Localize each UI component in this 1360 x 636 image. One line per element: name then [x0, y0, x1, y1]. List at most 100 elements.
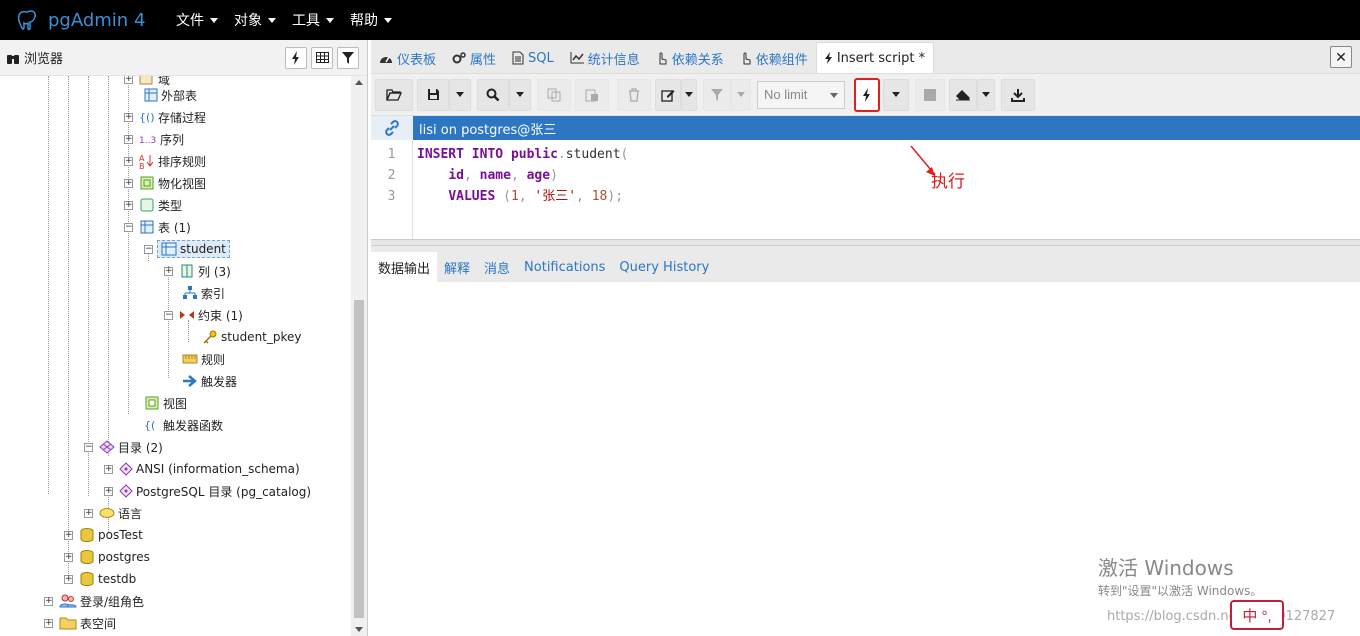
tree-label: 物化视图 [158, 176, 207, 191]
edit-button[interactable] [655, 78, 681, 111]
save-dropdown-button[interactable] [449, 78, 471, 111]
collapse-icon[interactable]: − [164, 310, 173, 320]
tree-item-student[interactable]: − student [144, 238, 230, 260]
tree-item-login-roles[interactable]: + 登录/组角色 [44, 590, 144, 612]
tab-properties[interactable]: 属性 [444, 43, 504, 73]
expand-icon[interactable]: + [124, 76, 133, 84]
tree-item-views[interactable]: 视图 [144, 392, 187, 414]
expand-icon[interactable]: + [44, 618, 53, 628]
query-tool-button[interactable] [285, 46, 307, 69]
scrollbar-thumb[interactable] [354, 300, 364, 618]
paste-button[interactable] [575, 78, 609, 111]
link-icon[interactable] [371, 116, 413, 140]
tab-notifications[interactable]: Notifications [517, 252, 612, 282]
expand-icon[interactable]: + [64, 574, 73, 584]
selected-node[interactable]: student [157, 240, 230, 258]
tab-statistics[interactable]: 统计信息 [562, 43, 648, 73]
expand-icon[interactable]: + [124, 156, 133, 166]
sequence-icon: 1..3 [139, 136, 156, 146]
expand-icon[interactable]: + [164, 266, 173, 276]
brand[interactable]: pgAdmin 4 [16, 8, 176, 32]
sql-identifier: name [479, 168, 511, 183]
tree-item-rules[interactable]: 规则 [182, 348, 225, 370]
expand-icon[interactable]: + [64, 552, 73, 562]
tree-item-procedures[interactable]: + {() 存储过程 [124, 106, 206, 128]
close-tab-button[interactable]: ✕ [1330, 46, 1352, 68]
tree-label: student_pkey [221, 330, 302, 344]
tree-item-trigger-functions[interactable]: {( 触发器函数 [144, 414, 223, 436]
expand-icon[interactable]: + [124, 200, 133, 210]
tree-item-types[interactable]: + 类型 [124, 194, 182, 216]
tab-explain[interactable]: 解释 [437, 252, 477, 282]
tree-scrollbar[interactable] [351, 76, 367, 636]
expand-icon[interactable]: + [44, 596, 53, 606]
clear-button[interactable] [949, 78, 977, 111]
delete-button[interactable] [617, 78, 651, 111]
stop-button[interactable] [915, 78, 945, 111]
tree-item-languages[interactable]: + 语言 [84, 502, 142, 524]
expand-icon[interactable]: + [124, 134, 133, 144]
tree-item-materialized-views[interactable]: + 物化视图 [124, 172, 206, 194]
filter-dropdown-button[interactable] [731, 78, 751, 111]
tree-item-testdb[interactable]: + testdb [64, 568, 136, 590]
menu-help[interactable]: 帮助 [350, 10, 392, 30]
tree-item-pg-catalog[interactable]: + PostgreSQL 目录 (pg_catalog) [104, 480, 311, 502]
tab-messages[interactable]: 消息 [477, 252, 517, 282]
find-button[interactable] [477, 78, 509, 111]
tab-query-history[interactable]: Query History [612, 252, 716, 282]
expand-icon[interactable]: + [124, 112, 133, 122]
tree-item-postgres[interactable]: + postgres [64, 546, 150, 568]
row-limit-select[interactable]: No limit [757, 80, 845, 109]
tree-item-indexes[interactable]: 索引 [182, 282, 225, 304]
connection-bar[interactable]: lisi on postgres@张三 [371, 116, 1360, 140]
view-data-button[interactable] [311, 46, 333, 69]
filter-button[interactable] [703, 78, 731, 111]
collapse-icon[interactable]: − [144, 244, 153, 254]
execute-button[interactable] [854, 77, 880, 112]
tab-dependents[interactable]: 依赖组件 [732, 43, 816, 73]
tree-item-ansi[interactable]: + ANSI (information_schema) [104, 458, 300, 480]
scroll-down-icon[interactable] [355, 627, 363, 632]
download-button[interactable] [1001, 78, 1035, 111]
expand-icon[interactable]: + [104, 464, 113, 474]
expand-icon[interactable]: + [104, 486, 113, 496]
tree-item-foreign-tables[interactable]: 外部表 [144, 84, 197, 106]
edit-dropdown-button[interactable] [681, 78, 697, 111]
tree-item-constraints[interactable]: − 约束 (1) [164, 304, 243, 326]
save-button[interactable] [417, 78, 449, 111]
tree-item-sequences[interactable]: + 1..3 序列 [124, 128, 184, 150]
menu-file[interactable]: 文件 [176, 10, 218, 30]
collapse-icon[interactable]: − [84, 442, 93, 452]
filter-button[interactable] [337, 46, 359, 69]
ime-indicator[interactable]: 中 °, [1230, 600, 1284, 630]
open-file-button[interactable] [375, 78, 413, 111]
expand-icon[interactable]: + [64, 530, 73, 540]
menu-object[interactable]: 对象 [234, 10, 276, 30]
tab-dependencies[interactable]: 依赖关系 [648, 43, 732, 73]
tab-dashboard[interactable]: 仪表板 [371, 43, 444, 73]
expand-icon[interactable]: + [84, 508, 93, 518]
tree-item-triggers[interactable]: 触发器 [182, 370, 237, 392]
index-icon [183, 286, 197, 299]
menu-tools[interactable]: 工具 [292, 10, 334, 30]
execute-dropdown-button[interactable] [883, 78, 909, 111]
tree-item-catalogs[interactable]: − 目录 (2) [84, 436, 163, 458]
tree-item-student-pkey[interactable]: student_pkey [202, 326, 302, 348]
find-dropdown-button[interactable] [509, 78, 531, 111]
tree-item-tables[interactable]: − 表 (1) [124, 216, 191, 238]
expand-icon[interactable]: + [124, 178, 133, 188]
collapse-icon[interactable]: − [124, 222, 133, 232]
tree-item-columns[interactable]: + 列 (3) [164, 260, 231, 282]
tree-item-postest[interactable]: + posTest [64, 524, 143, 546]
code-area[interactable]: INSERT INTO public.student( id, name, ag… [413, 140, 628, 239]
tab-data-output[interactable]: 数据输出 [371, 252, 438, 282]
copy-button[interactable] [537, 78, 571, 111]
tree-item-collations[interactable]: + AB 排序规则 [124, 150, 206, 172]
clear-dropdown-button[interactable] [977, 78, 995, 111]
tab-insert-script[interactable]: Insert script * [815, 42, 935, 73]
tab-sql[interactable]: SQL [504, 43, 562, 73]
tree-item-tablespaces[interactable]: + 表空间 [44, 612, 116, 634]
scroll-up-icon[interactable] [355, 80, 363, 85]
sql-editor[interactable]: 1 2 3 INSERT INTO public.student( id, na… [371, 140, 1360, 240]
tree-connector [68, 76, 69, 576]
